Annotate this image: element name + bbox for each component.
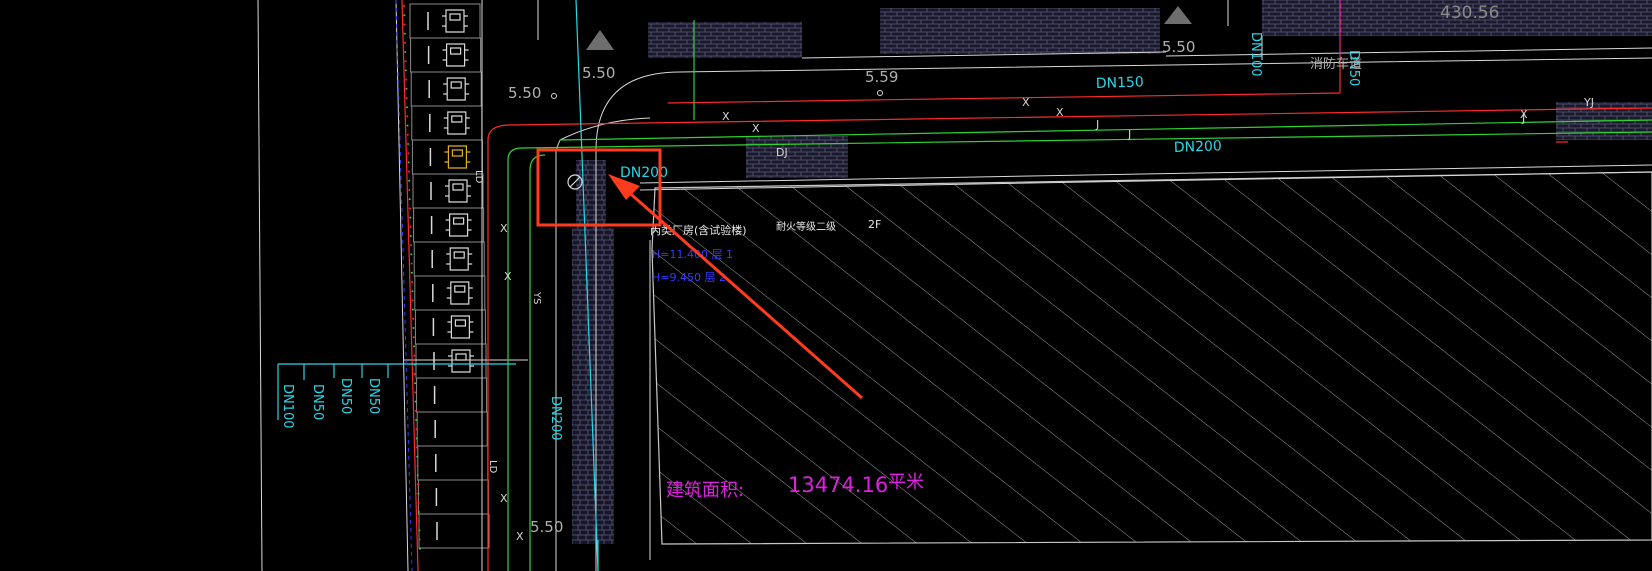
car-icon bbox=[443, 77, 470, 101]
fire-truck-road-label: 消防车道 bbox=[1310, 56, 1362, 72]
pipe-label-dn200: DN200 bbox=[1174, 138, 1223, 156]
pipe-label-dn50: DN50 bbox=[366, 378, 381, 414]
parking-stall bbox=[413, 207, 485, 243]
paving-top-mid bbox=[880, 8, 1160, 54]
pipe-label-dn50: DN50 bbox=[338, 378, 353, 414]
building-fire-rating: 耐火等级二级 bbox=[776, 220, 836, 233]
pipe-label-dn200-vertical: DN200 bbox=[548, 396, 563, 441]
elevation-label: 5.50 bbox=[508, 84, 541, 102]
elevation-label: 5.50 bbox=[1162, 38, 1195, 56]
parking-stall bbox=[410, 37, 482, 73]
line-code-x: X bbox=[1056, 106, 1064, 119]
parking-stall bbox=[410, 71, 482, 107]
paving-top-left bbox=[648, 22, 802, 58]
parking-stall bbox=[415, 343, 487, 379]
line-code-x: X bbox=[1022, 96, 1030, 109]
elevation-label: 5.50 bbox=[530, 518, 563, 536]
triangle-marker-icon bbox=[586, 30, 614, 50]
cyan-lines bbox=[277, 0, 599, 571]
car-icon bbox=[442, 9, 468, 33]
line-code-x: X bbox=[752, 122, 760, 135]
pipe-label-dn50: DN50 bbox=[310, 384, 325, 420]
triangle-marker-icon bbox=[1164, 6, 1192, 24]
line-code-j: J bbox=[1127, 128, 1131, 141]
car-icon bbox=[448, 349, 474, 373]
paving-dj-segment bbox=[746, 136, 848, 178]
car-icon bbox=[445, 213, 472, 237]
parking-stall bbox=[411, 139, 483, 175]
parking-stall bbox=[411, 105, 483, 141]
parking-stall bbox=[416, 377, 488, 413]
car-icon bbox=[442, 43, 469, 67]
parking-stall bbox=[416, 411, 488, 447]
line-code-ys: YS bbox=[531, 291, 542, 304]
line-code-yj: YJ bbox=[1583, 96, 1594, 109]
parking-stall bbox=[418, 513, 490, 549]
line-code-x: X bbox=[504, 270, 512, 283]
area-unit: 平米 bbox=[888, 472, 924, 493]
parking-stall bbox=[412, 173, 484, 209]
paving-vertical-strip bbox=[572, 228, 614, 544]
line-code-j: J bbox=[1521, 112, 1525, 125]
line-code-ld: LD bbox=[473, 170, 484, 184]
cad-drawing-canvas[interactable]: 5.50 5.59 5.50 5.50 5.50 430.56 DN200 DN… bbox=[0, 0, 1652, 571]
parking-stall bbox=[414, 275, 486, 311]
line-code-j: J bbox=[1095, 118, 1099, 131]
car-icon bbox=[445, 179, 471, 203]
car-icon bbox=[443, 111, 470, 135]
parking-stall bbox=[417, 445, 489, 481]
building-floors: 2F bbox=[868, 218, 881, 231]
elevation-label: 5.59 bbox=[865, 68, 898, 86]
line-code-x: X bbox=[500, 222, 508, 235]
pipe-label-dn100: DN100 bbox=[280, 384, 295, 429]
elevation-label: 430.56 bbox=[1440, 3, 1499, 23]
line-code-dj: DJ bbox=[776, 146, 788, 159]
car-icon bbox=[444, 145, 471, 169]
line-code-x: X bbox=[722, 110, 730, 123]
pipe-label-dn100-vertical: DN100 bbox=[1248, 32, 1263, 77]
parking-stall bbox=[409, 3, 481, 39]
parking-stall bbox=[413, 241, 485, 277]
elevation-label: 5.50 bbox=[582, 64, 615, 82]
car-icon bbox=[446, 247, 473, 271]
line-code-x: X bbox=[516, 530, 524, 543]
parking-stalls bbox=[403, 3, 490, 550]
paving-corner-strip bbox=[576, 160, 606, 228]
pipe-label-dn150: DN150 bbox=[1096, 74, 1145, 92]
car-icon bbox=[447, 315, 474, 339]
area-label: 建筑面积: bbox=[666, 480, 744, 501]
car-icon bbox=[446, 281, 473, 305]
parking-stall bbox=[414, 309, 486, 345]
line-code-x: X bbox=[500, 492, 508, 505]
area-value: 13474.16 bbox=[788, 473, 888, 497]
line-code-ld: LD bbox=[487, 460, 498, 474]
parking-stall bbox=[417, 479, 489, 515]
building-note: H=9.450 层 2 bbox=[652, 271, 726, 284]
